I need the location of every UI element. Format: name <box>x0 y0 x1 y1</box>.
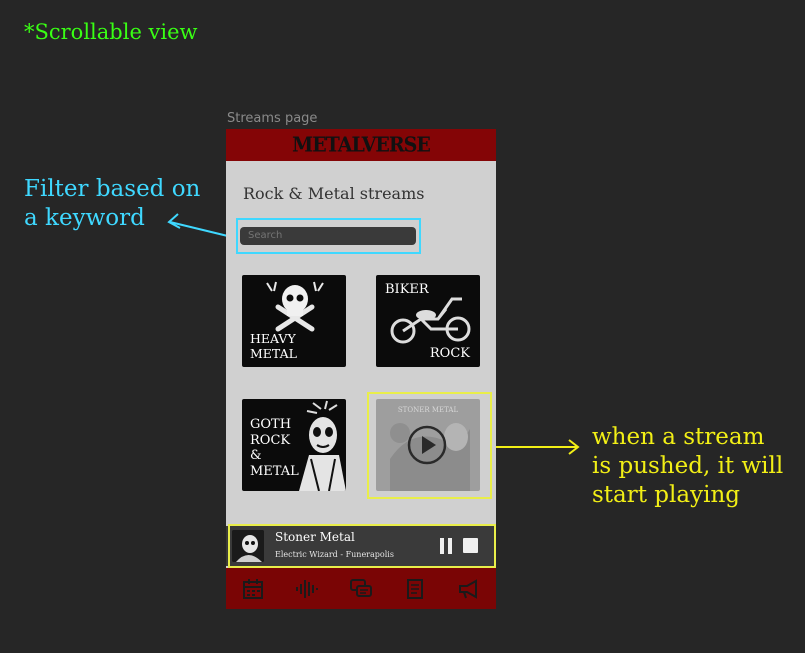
stream-tile-biker-rock[interactable]: BIKER ROCK <box>376 275 480 367</box>
page-title: Rock & Metal streams <box>243 184 425 203</box>
nav-item-chat[interactable] <box>348 576 374 602</box>
audio-wave-icon <box>296 579 318 598</box>
tile-label-rock: ROCK <box>429 346 470 361</box>
nav-item-calendar[interactable] <box>240 576 266 602</box>
motorcycle-icon <box>390 297 471 344</box>
filter-annotation-line2: a keyword <box>24 205 145 231</box>
stream-tile-goth-rock-metal[interactable]: GOTH ROCK & METAL <box>242 399 346 491</box>
megaphone-icon <box>459 578 477 599</box>
stream-tile-heavy-metal[interactable]: HEAVY METAL <box>242 275 346 367</box>
nav-item-document[interactable] <box>402 576 428 602</box>
play-annotation-line2: is pushed, it will <box>592 453 784 479</box>
nav-item-streams[interactable] <box>294 576 320 602</box>
calendar-icon <box>243 578 263 599</box>
stoner-tile-highlight <box>367 392 492 499</box>
filter-annotation: Filter based on a keyword <box>24 175 200 233</box>
search-highlight <box>236 218 421 254</box>
player-highlight <box>228 524 496 568</box>
tile-label-heavy-metal: HEAVY METAL <box>250 331 297 361</box>
play-annotation-line1: when a stream <box>592 424 765 450</box>
play-annotation-line3: start playing <box>592 482 740 508</box>
nav-item-announcements[interactable] <box>456 576 482 602</box>
filter-annotation-line1: Filter based on <box>24 176 201 202</box>
scrollable-note: *Scrollable view <box>24 20 198 44</box>
app-logo[interactable]: METALVERSE <box>292 133 431 157</box>
app-header: METALVERSE <box>226 129 496 161</box>
frame-label: Streams page <box>227 111 318 126</box>
yellow-arrow-icon <box>494 439 580 455</box>
play-annotation: when a stream is pushed, it will start p… <box>592 423 783 510</box>
chat-icon <box>350 578 372 597</box>
goth-figure-icon <box>299 400 346 491</box>
document-icon <box>407 578 423 599</box>
bottom-navbar <box>226 568 496 609</box>
